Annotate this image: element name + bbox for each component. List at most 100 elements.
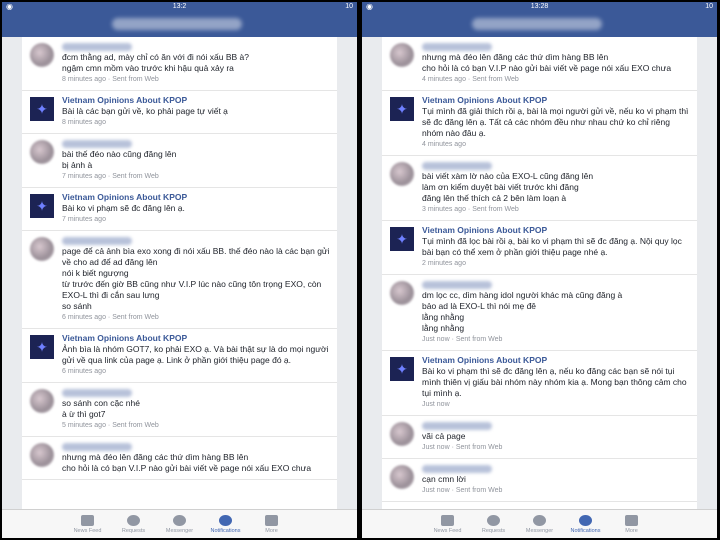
comment-feed[interactable]: đcm thằng ad, mày chỉ có ăn với đi nói x… [22,37,337,510]
comment-text: Ảnh bìa là nhóm GOT7, ko phải EXO ạ. Và … [62,344,329,365]
comment-item: so sánh con cặc nhé à ừ thì got7 5 minute… [22,383,337,437]
comment-item: ✦ Vietnam Opinions About KPOP Bài ko vi ph… [382,351,697,416]
notifications-icon [219,514,232,526]
comment-text: cạn cmn lời [422,474,466,484]
comment-text: nhưng mà đéo lên đăng các thứ dìm hàng B… [62,452,312,473]
user-avatar[interactable] [30,140,54,164]
page-avatar[interactable]: ✦ [390,357,414,381]
status-time: 13:2 [172,3,187,10]
commenter-name[interactable] [422,279,693,290]
commenter-name[interactable] [62,235,333,246]
comment-meta: Just now · Sent from Web [422,336,503,343]
tab-notifications[interactable]: Notifications [563,510,609,538]
comment-item: page để cả ảnh bìa exo xong đi nói xấu B… [22,231,337,329]
blurred-name [62,388,132,397]
tab-label: More [265,527,278,534]
page-avatar[interactable]: ✦ [30,97,54,121]
commenter-name[interactable]: Vietnam Opinions About KPOP [62,192,333,203]
blurred-title [112,18,242,30]
comment-item: ✦ Vietnam Opinions About KPOP Ảnh bìa là n… [22,329,337,383]
comment-text: nhưng mà đéo lên đăng các thứ dìm hàng B… [422,52,672,73]
commenter-name[interactable] [62,387,333,398]
comment-text: đcm thằng ad, mày chỉ có ăn với đi nói x… [62,52,250,73]
more-icon [625,514,638,526]
tab-messenger[interactable]: Messenger [517,510,563,538]
user-avatar[interactable] [390,465,414,489]
blurred-name [62,42,132,51]
page-logo-icon: ✦ [396,231,408,247]
page-avatar[interactable]: ✦ [30,335,54,359]
comment-meta: 7 minutes ago · Sent from Web [62,173,159,180]
tab-label: Requests [121,527,146,534]
user-avatar[interactable] [390,422,414,446]
comment-item: ✦ Vietnam Opinions About KPOP Tụi mình đã … [382,221,697,275]
more-icon [265,514,278,526]
tab-requests[interactable]: Requests [111,510,157,538]
notifications-icon [579,514,592,526]
commenter-name[interactable]: Vietnam Opinions About KPOP [422,355,693,366]
commenter-name[interactable] [422,463,693,474]
blurred-name [422,161,492,170]
commenter-name[interactable]: Vietnam Opinions About KPOP [62,95,333,106]
comment-item: dm lọc cc, dìm hàng idol người khác mà c… [382,275,697,351]
page-avatar[interactable]: ✦ [30,194,54,218]
comment-meta: 7 minutes ago [62,216,106,223]
tab-label: More [625,527,638,534]
commenter-name[interactable] [62,441,333,452]
comment-meta: 4 minutes ago · Sent from Web [422,76,519,83]
commenter-name[interactable] [422,160,693,171]
battery-level: 10 [705,3,713,10]
comment-meta: 4 minutes ago [422,141,466,148]
comment-item: đcm thằng ad, mày chỉ có ăn với đi nói x… [22,37,337,91]
page-logo-icon: ✦ [36,198,48,214]
user-avatar[interactable] [30,443,54,467]
comment-item: bài thế đéo nào cũng đăng lên bị ảnh à 7 … [22,134,337,188]
user-avatar[interactable] [390,43,414,67]
news-feed-icon [441,514,454,526]
comment-meta: 6 minutes ago · Sent from Web [62,314,159,321]
tab-news-feed[interactable]: News Feed [425,510,471,538]
tab-bar: News Feed Requests Messenger Notifications M… [362,509,717,538]
tab-notifications[interactable]: Notifications [203,510,249,538]
comment-text: dm lọc cc, dìm hàng idol người khác mà c… [422,290,623,333]
blurred-name [422,42,492,51]
comment-feed[interactable]: nhưng mà đéo lên đăng các thứ dìm hàng B… [382,37,697,510]
tab-news-feed[interactable]: News Feed [65,510,111,538]
messenger-icon [173,514,186,526]
blurred-name [62,236,132,245]
comment-item: ✦ Vietnam Opinions About KPOP Tụi mình đã … [382,91,697,156]
commenter-name[interactable]: Vietnam Opinions About KPOP [422,225,693,236]
blurred-name [422,464,492,473]
commenter-name[interactable]: Vietnam Opinions About KPOP [422,95,693,106]
tab-more[interactable]: More [249,510,295,538]
user-avatar[interactable] [390,281,414,305]
commenter-name[interactable] [422,420,693,431]
blurred-name [62,442,132,451]
comment-item: nhưng mà đéo lên đăng các thứ dìm hàng B… [382,37,697,91]
page-avatar[interactable]: ✦ [390,97,414,121]
comment-text: Tụi mình đã lọc bài rồi ạ, bài ko vi phạ… [422,236,682,257]
requests-icon [487,514,500,526]
commenter-name[interactable] [422,41,693,52]
tab-messenger[interactable]: Messenger [157,510,203,538]
comment-meta: 8 minutes ago · Sent from Web [62,76,159,83]
user-avatar[interactable] [30,237,54,261]
comment-text: Bài ko vi phạm sẽ đc đăng lên ạ. [62,203,185,213]
battery-level: 10 [345,3,353,10]
user-avatar[interactable] [30,43,54,67]
tab-label: Requests [481,527,506,534]
tab-more[interactable]: More [609,510,655,538]
user-avatar[interactable] [390,162,414,186]
comment-item: cạn cmn lời Just now · Sent from Web [382,459,697,502]
page-avatar[interactable]: ✦ [390,227,414,251]
requests-icon [127,514,140,526]
commenter-name[interactable] [62,138,333,149]
tab-label: Messenger [165,527,194,534]
tab-requests[interactable]: Requests [471,510,517,538]
comment-item: ✦ Vietnam Opinions About KPOP Bài ko vi ph… [22,188,337,231]
user-avatar[interactable] [30,389,54,413]
commenter-name[interactable] [62,41,333,52]
blurred-title [472,18,602,30]
nav-bar [2,12,357,37]
commenter-name[interactable]: Vietnam Opinions About KPOP [62,333,333,344]
